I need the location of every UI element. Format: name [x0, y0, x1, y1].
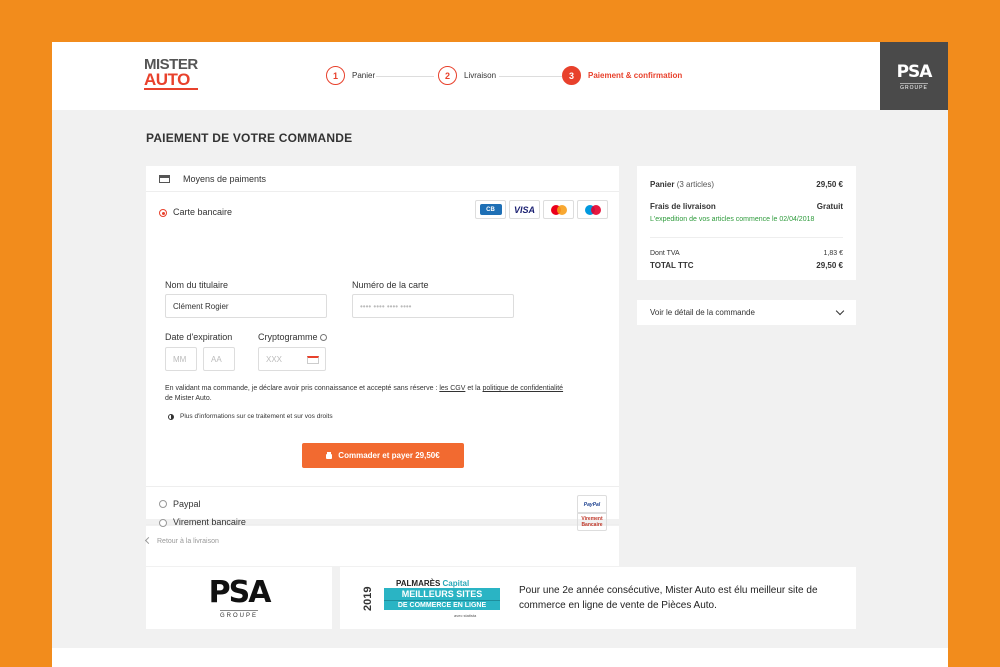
card-number-field[interactable]: •••• •••• •••• •••• — [352, 294, 514, 318]
award-line-2: MEILLEURS SITES — [384, 588, 500, 600]
psa-logo-title: PSA — [208, 574, 272, 610]
back-to-delivery-link[interactable]: Retour à la livraison — [144, 536, 219, 545]
psa-badge: PSA GROUPE — [880, 42, 948, 110]
step-label: Livraison — [464, 71, 497, 80]
footer-strip — [52, 648, 948, 667]
cgv-link[interactable]: les CGV — [439, 385, 465, 392]
shipping-label: Frais de livraison — [650, 202, 716, 211]
maestro-icon — [577, 200, 608, 219]
half-circle-icon — [168, 414, 174, 420]
cart-count: (3 articles) — [676, 180, 715, 189]
cart-amount: 29,50 € — [816, 180, 843, 189]
award-badge: 2019 PALMARÈS Capital MEILLEURS SITES DE… — [362, 575, 502, 623]
lock-icon — [326, 454, 333, 459]
transfer-option-row: Virement bancaire Virement Bancaire — [146, 512, 619, 566]
chevron-down-icon — [835, 306, 845, 316]
award-credit: avec statista — [454, 613, 477, 618]
expiry-year-field[interactable]: AA — [203, 347, 235, 371]
divider — [146, 486, 619, 487]
chevron-left-icon — [144, 536, 153, 545]
cvv-field[interactable]: XXX — [258, 347, 326, 371]
holder-name-field[interactable]: Clément Rogier — [165, 294, 327, 318]
step-number: 2 — [438, 66, 457, 85]
card-wallet-icon — [159, 174, 170, 183]
summary-total-row: TOTAL TTC 29,50 € — [650, 261, 843, 270]
cvv-placeholder: XXX — [266, 354, 283, 364]
total-value: 29,50 € — [816, 261, 843, 270]
step-number: 1 — [326, 66, 345, 85]
cart-label: Panier — [650, 180, 675, 189]
summary-tva-row: Dont TVA 1,83 € — [650, 250, 843, 257]
step-label: Paiement & confirmation — [588, 71, 683, 80]
payment-methods-title: Moyens de paiments — [183, 173, 267, 184]
legal-notice: En validant ma commande, je déclare avoi… — [165, 385, 564, 402]
tva-label: Dont TVA — [650, 250, 680, 257]
award-banner: 2019 PALMARÈS Capital MEILLEURS SITES DE… — [340, 567, 856, 629]
card-option-radio[interactable] — [159, 209, 167, 217]
visa-card-icon: VISA — [509, 200, 540, 219]
order-detail-label: Voir le détail de la commande — [650, 308, 755, 317]
payment-panel: Moyens de paiments Carte bancaire CB VIS… — [146, 166, 619, 525]
step-label: Panier — [352, 71, 376, 80]
expiry-label: Date d'expiration — [165, 332, 233, 342]
info-circle-icon[interactable] — [320, 334, 328, 342]
checkout-window: MISTER AUTO 1 Panier 2 Livraison 3 Paiem… — [52, 42, 948, 667]
expiry-month-field[interactable]: MM — [165, 347, 197, 371]
card-logos: CB VISA — [475, 200, 608, 219]
mastercard-icon — [543, 200, 574, 219]
order-and-pay-button[interactable]: Commader et payer 29,50€ — [302, 443, 464, 468]
order-summary: Panier (3 articles) 29,50 € Frais de liv… — [637, 166, 856, 280]
holder-label: Nom du titulaire — [165, 280, 229, 290]
total-label: TOTAL TTC — [650, 261, 694, 270]
order-detail-toggle[interactable]: Voir le détail de la commande — [637, 300, 856, 325]
shipping-note: L'expedition de vos articles commence le… — [650, 216, 815, 223]
step-connector — [499, 76, 562, 77]
shipping-value: Gratuit — [816, 202, 843, 211]
order-and-pay-label: Commader et payer 29,50€ — [338, 451, 440, 460]
header-bar: MISTER AUTO 1 Panier 2 Livraison 3 Paiem… — [52, 42, 948, 110]
summary-shipping-row: Frais de livraison Gratuit — [650, 202, 843, 211]
divider — [650, 237, 843, 238]
bank-transfer-logo-icon: Virement Bancaire — [577, 512, 607, 531]
paypal-option-label[interactable]: Paypal — [173, 499, 201, 509]
summary-cart-row: Panier (3 articles) 29,50 € — [650, 180, 843, 189]
paypal-option-radio[interactable] — [159, 500, 167, 508]
cb-card-icon: CB — [475, 200, 506, 219]
transfer-option-radio[interactable] — [159, 519, 167, 527]
privacy-policy-link[interactable]: politique de confidentialité — [483, 385, 564, 392]
step-number: 3 — [562, 66, 581, 85]
award-description: Pour une 2e année consécutive, Mister Au… — [519, 585, 818, 611]
step-connector — [376, 76, 434, 77]
payment-methods-header: Moyens de paiments — [146, 166, 619, 192]
mister-auto-logo[interactable]: MISTER AUTO — [144, 57, 198, 90]
tva-value: 1,83 € — [823, 250, 843, 257]
award-line-3: DE COMMERCE EN LIGNE — [384, 600, 500, 610]
step-payment: 3 Paiement & confirmation — [562, 66, 682, 85]
privacy-info-link[interactable]: Plus d'informations sur ce traitement et… — [180, 413, 333, 420]
page-title: PAIEMENT DE VOTRE COMMANDE — [146, 131, 353, 145]
transfer-option-label[interactable]: Virement bancaire — [173, 517, 246, 527]
psa-group-banner: PSA GROUPE — [146, 567, 332, 629]
psa-logo-subtitle: GROUPE — [219, 609, 258, 619]
award-title: PALMARÈS Capital — [396, 579, 470, 588]
card-option-label[interactable]: Carte bancaire — [173, 207, 232, 217]
psa-badge-subtitle: GROUPE — [900, 82, 928, 91]
card-number-label: Numéro de la carte — [352, 280, 429, 290]
logo-text-auto: AUTO — [144, 71, 198, 90]
award-year: 2019 — [362, 586, 374, 612]
step-delivery[interactable]: 2 Livraison — [438, 66, 496, 85]
psa-badge-title: PSA — [896, 61, 933, 82]
step-cart[interactable]: 1 Panier — [326, 66, 375, 85]
back-label: Retour à la livraison — [157, 538, 219, 545]
cvv-label: Cryptogramme — [258, 332, 328, 342]
card-back-icon — [307, 356, 319, 364]
